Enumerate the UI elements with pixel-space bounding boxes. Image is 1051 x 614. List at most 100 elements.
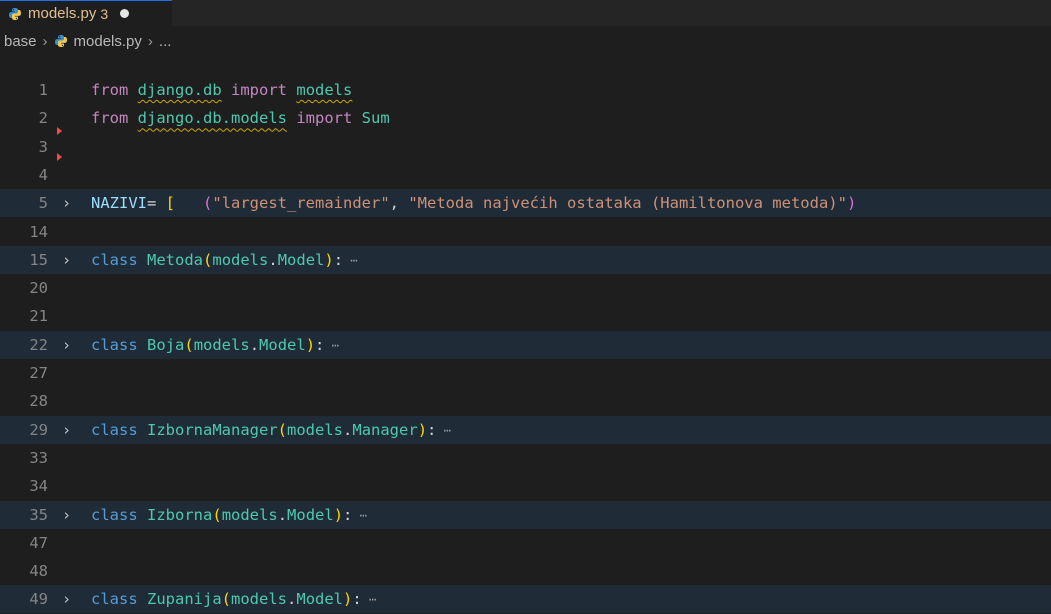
code-token: ( [221,590,232,609]
code-line[interactable]: 1 from django.db import models [0,76,1051,104]
code-text: class IzbornaManager(models.Manager): ⋯ [91,416,451,445]
code-token: Zupanija [147,590,222,609]
tab-filename: models.py [28,5,97,22]
code-token: . [287,590,297,609]
code-token: class [91,250,138,269]
code-token: Model [259,335,306,354]
fold-chevron-icon[interactable]: › [62,416,71,444]
line-number: 34 [29,477,48,496]
breadcrumb-file[interactable]: models.py [74,33,142,50]
line-number: 47 [29,533,48,552]
line-number: 15 [29,250,48,269]
code-token: ⋯ [361,592,377,607]
code-token: : [343,505,353,524]
breadcrumb-folder[interactable]: base [4,33,37,50]
line-number: 22 [29,335,48,354]
code-line[interactable]: 28 [0,387,1051,415]
line-number: 4 [38,165,48,184]
fold-chevron-icon[interactable]: › [62,585,71,613]
code-text: from django.db import models [91,76,352,104]
code-token: [ [165,194,176,213]
code-line[interactable]: 29 › class IzbornaManager(models.Manager):… [0,415,1051,445]
code-token: class [91,505,138,524]
code-token: models [287,420,344,439]
code-line[interactable]: 35 › class Izborna(models.Model): ⋯ [0,500,1051,530]
fold-chevron-icon[interactable]: › [62,331,71,359]
line-number: 29 [29,420,48,439]
code-token: from [91,81,129,99]
line-number: 14 [29,222,48,241]
code-token: django.db [137,81,222,99]
fold-chevron-icon[interactable]: › [62,501,71,529]
code-token: ) [305,335,316,354]
code-line[interactable]: 20 [0,274,1051,302]
code-line[interactable]: 14 [0,218,1051,246]
code-token: import [296,109,353,128]
python-icon [8,7,22,21]
line-number: 3 [38,137,48,156]
code-line[interactable]: 47 [0,529,1051,557]
code-token: : [427,420,437,439]
code-line[interactable]: 15 › class Metoda(models.Model): ⋯ [0,245,1051,274]
tab-models-py[interactable]: models.py 3 [0,0,172,26]
code-token: ) [846,194,857,213]
line-number: 1 [38,81,48,99]
line-number: 5 [38,194,48,213]
code-line[interactable]: 34 [0,472,1051,500]
code-line[interactable]: 4 [0,161,1051,189]
code-token: Izborna [147,505,213,524]
code-token: Model [277,250,325,269]
code-token: models [221,505,278,524]
code-line[interactable]: 2 from django.db.models import Sum [0,104,1051,132]
code-token: Boja [147,335,185,354]
tab-bar: models.py 3 [0,0,1051,26]
code-token: ( [184,335,194,354]
line-number: 35 [29,505,48,524]
code-token: models [212,250,269,269]
code-token: . [249,335,260,354]
code-token: from [91,109,129,128]
chevron-right-icon: › [147,32,153,50]
code-token: Sum [361,109,390,128]
code-token: ( [277,420,288,439]
code-token: Manager [352,420,418,439]
code-token: ⋯ [436,423,451,438]
code-token: ) [343,590,353,609]
line-number: 48 [29,562,48,581]
code-token: . [277,505,288,524]
code-token: : [352,590,362,609]
code-token: class [91,590,138,609]
code-token: ( [212,505,222,524]
code-token: models [296,81,353,99]
unsaved-dot-icon[interactable] [120,9,130,18]
python-icon [54,34,68,48]
code-line[interactable]: 27 [0,359,1051,387]
fold-chevron-icon[interactable]: › [62,246,71,274]
code-token: class [91,420,138,439]
code-line[interactable]: 48 [0,557,1051,585]
code-token: . [268,250,278,269]
breadcrumb-more[interactable]: ... [159,33,172,50]
code-line[interactable]: 21 [0,302,1051,330]
breadcrumb: base › models.py › ... [0,26,1051,56]
fold-chevron-icon[interactable]: › [62,189,71,217]
code-token: models [231,590,288,609]
code-text: class Izborna(models.Model): ⋯ [91,501,367,530]
code-token: Model [287,505,334,524]
code-line[interactable]: 3 [0,133,1051,161]
code-token: ⋯ [343,253,358,268]
error-marker-icon [57,127,62,135]
code-line[interactable]: 49 › class Zupanija(models.Model): ⋯ [0,585,1051,614]
code-text: class Boja(models.Model): ⋯ [91,331,339,360]
code-line[interactable]: 5 › NAZIVI= [ ("largest_remainder", "Metod… [0,189,1051,218]
code-line[interactable]: 33 [0,444,1051,472]
code-token: class [91,335,138,354]
code-line[interactable]: 22 › class Boja(models.Model): ⋯ [0,330,1051,360]
code-token: import [231,81,288,99]
